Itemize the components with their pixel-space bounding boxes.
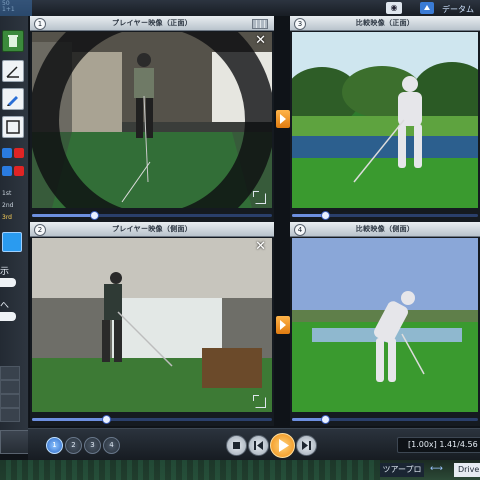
slot-button-3[interactable]: 3 <box>84 437 101 454</box>
slot-button-4[interactable]: 4 <box>103 437 120 454</box>
color-swatch-blue[interactable] <box>2 148 12 158</box>
video-panel-1: 1 プレイヤー映像（正面） ✕ <box>30 16 274 222</box>
slot-button-1[interactable]: 1 <box>46 437 63 454</box>
tag-3rd: 3rd <box>2 214 12 221</box>
panel-1-seek-knob[interactable] <box>90 211 100 220</box>
stop-icon[interactable] <box>226 435 247 456</box>
top-toolbar: 50 1+1 ◉ データム <box>0 0 480 16</box>
bottom-status-strip: ツアープロ ⟷ Drive <box>0 460 480 480</box>
tab-drive[interactable]: Drive <box>454 463 480 477</box>
pen-tool-icon[interactable] <box>2 88 24 110</box>
panel-2-title-bar: 2 プレイヤー映像（側面） <box>30 222 274 237</box>
camera-icon[interactable]: ◉ <box>386 2 402 14</box>
side-label-display: 示 <box>0 267 10 277</box>
panel-4-title-bar: 4 比較映像（側面） <box>290 222 480 237</box>
side-toggle-1[interactable] <box>0 278 16 287</box>
color-picker-icon[interactable] <box>2 232 22 252</box>
top-mini-label-2: 1+1 <box>2 6 15 13</box>
video-panel-4: 4 比較映像（側面） <box>290 222 480 426</box>
sync-arrow-bottom[interactable] <box>276 316 290 334</box>
bottom-background <box>0 460 380 480</box>
panel-4-seek-fill <box>292 418 326 421</box>
left-tool-panel: 1st 2nd 3rd 示 へ <box>0 16 29 452</box>
panel-2-video[interactable]: ✕ <box>32 238 272 412</box>
close-icon[interactable]: ✕ <box>255 34 266 47</box>
panel-3-seek-fill <box>292 214 326 217</box>
panel-4-title: 比較映像（側面） <box>355 225 415 233</box>
top-right-label: データム <box>442 5 474 14</box>
upload-icon[interactable] <box>420 2 434 14</box>
fullscreen-icon[interactable] <box>253 191 266 204</box>
side-item-1[interactable] <box>0 366 20 380</box>
close-icon-2[interactable]: ✕ <box>255 240 266 253</box>
panel-2-seek-knob[interactable] <box>102 415 112 424</box>
panel-3-seek-knob[interactable] <box>321 211 331 220</box>
video-panel-3: 3 比較映像（正面） <box>290 16 480 222</box>
panel-3-seek-slider[interactable] <box>292 211 478 220</box>
side-label-other: へ <box>0 301 10 311</box>
panel-1-title: プレイヤー映像（正面） <box>111 19 193 27</box>
play-icon[interactable] <box>270 433 295 458</box>
panel-4-seek-slider[interactable] <box>292 415 478 424</box>
speed-time-readout: [1.00x] 1.41/4.56 <box>397 437 480 453</box>
panel-2-title: プレイヤー映像（側面） <box>111 225 193 233</box>
panel-1-seek-slider[interactable] <box>32 211 272 220</box>
side-item-3[interactable] <box>0 394 20 408</box>
panel-3-title: 比較映像（正面） <box>355 19 415 27</box>
swap-icon[interactable]: ⟷ <box>430 464 452 475</box>
grid-icon[interactable] <box>252 19 268 29</box>
skip-back-icon[interactable] <box>248 435 269 456</box>
angle-tool-icon[interactable] <box>2 60 24 82</box>
panel-4-video[interactable] <box>292 238 478 412</box>
tag-2nd: 2nd <box>2 202 14 209</box>
playback-control-bar: 1 2 3 4 [1.00x] 1.41/4.56 <box>28 428 480 461</box>
side-item-4[interactable] <box>0 408 20 422</box>
panel-1-seek-fill <box>32 214 95 217</box>
trash-icon[interactable] <box>2 30 24 52</box>
side-toggle-2[interactable] <box>0 312 16 321</box>
panel-4-seek-knob[interactable] <box>321 415 331 424</box>
video-panel-2: 2 プレイヤー映像（側面） ✕ <box>30 222 274 426</box>
color-swatch-red[interactable] <box>14 148 24 158</box>
side-item-2[interactable] <box>0 380 20 394</box>
panel-1-title-bar: 1 プレイヤー映像（正面） <box>30 16 274 31</box>
tag-1st: 1st <box>2 190 12 197</box>
left-bottom-button[interactable] <box>0 430 30 454</box>
tab-tour-pro[interactable]: ツアープロ <box>380 463 424 477</box>
panel-3-video[interactable] <box>292 32 478 208</box>
panel-1-video[interactable]: ✕ <box>32 32 272 208</box>
panel-2-seek-slider[interactable] <box>32 415 272 424</box>
fullscreen-icon-2[interactable] <box>253 395 266 408</box>
panel-2-seek-fill <box>32 418 107 421</box>
panel-3-title-bar: 3 比較映像（正面） <box>290 16 480 31</box>
rectangle-tool-icon[interactable] <box>2 116 24 138</box>
slot-button-2[interactable]: 2 <box>65 437 82 454</box>
color-swatch-red-2[interactable] <box>14 166 24 176</box>
top-mini-label: 50 1+1 <box>2 1 15 13</box>
sync-arrow-top[interactable] <box>276 110 290 128</box>
skip-forward-icon[interactable] <box>296 435 317 456</box>
color-swatch-blue-2[interactable] <box>2 166 12 176</box>
